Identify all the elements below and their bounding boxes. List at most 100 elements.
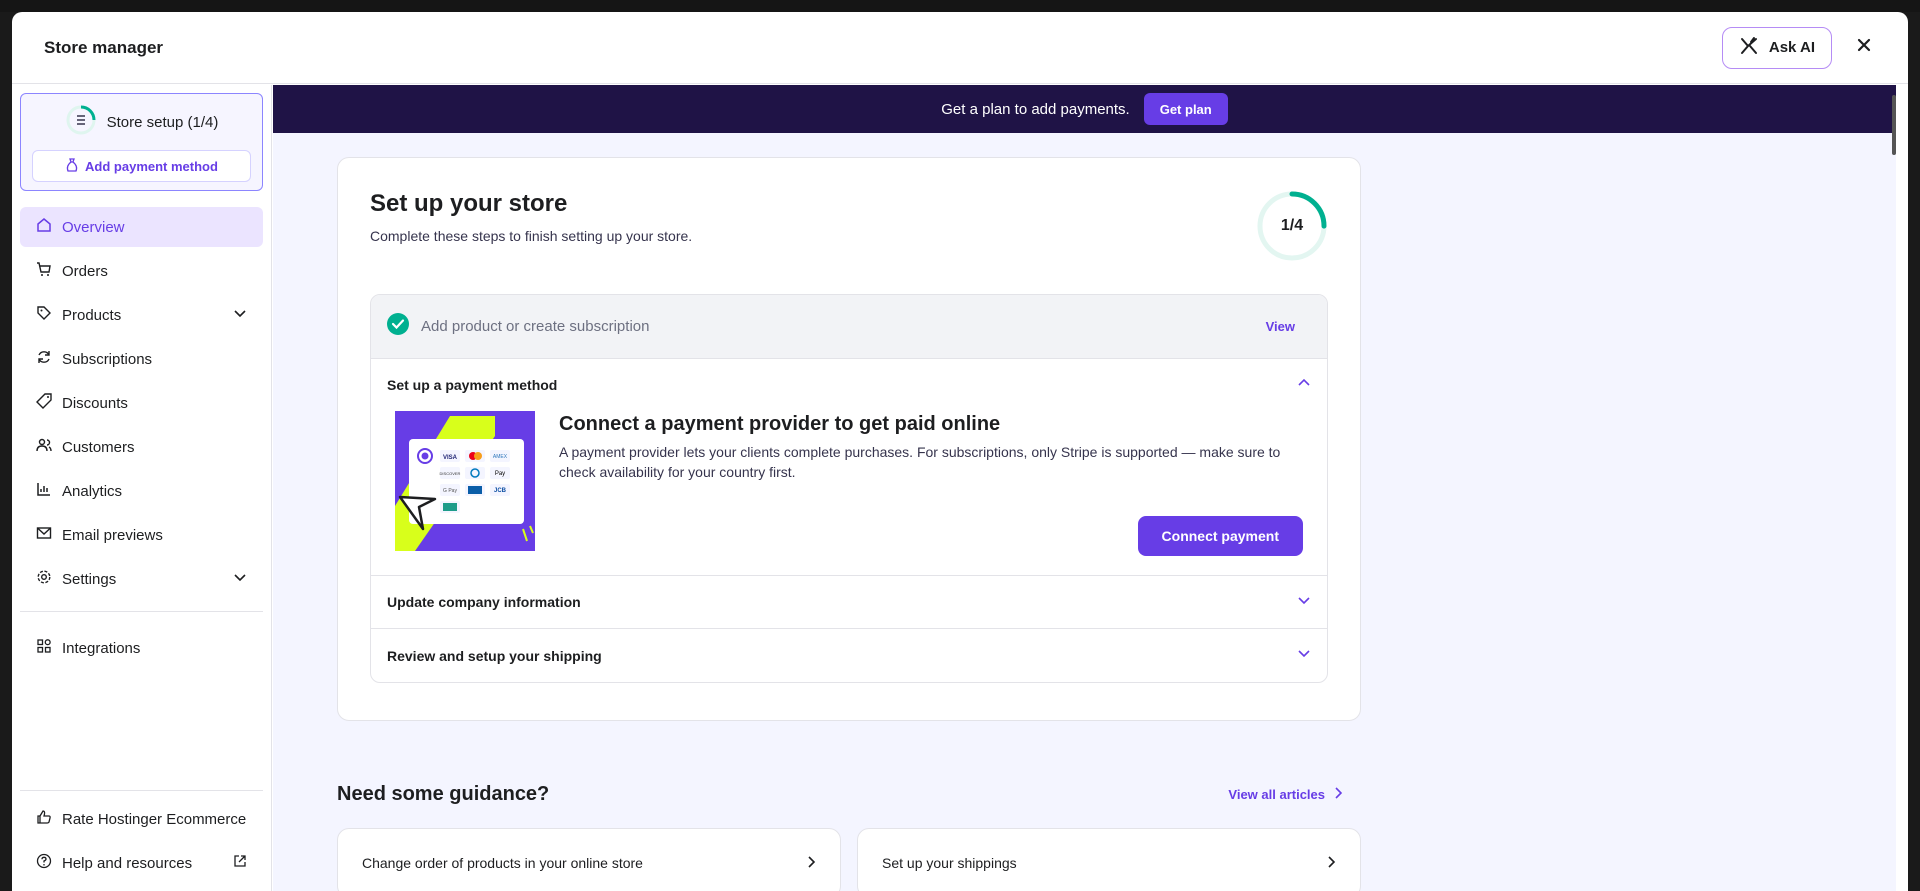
sidebar-item-label: Help and resources bbox=[62, 854, 193, 872]
step-shipping[interactable]: Review and setup your shipping bbox=[371, 629, 1327, 682]
external-link-icon bbox=[233, 854, 247, 872]
bar-chart-icon bbox=[36, 481, 52, 501]
gear-icon bbox=[36, 569, 52, 589]
step-payment-header[interactable]: Set up a payment method bbox=[387, 359, 1311, 411]
setup-progress-text: 1/4 bbox=[1280, 217, 1304, 234]
guidance-header: Need some guidance? View all articles bbox=[337, 783, 1361, 806]
sidebar-item-rate[interactable]: Rate Hostinger Ecommerce bbox=[20, 799, 263, 839]
sidebar-item-subscriptions[interactable]: Subscriptions bbox=[20, 339, 263, 379]
sidebar-item-orders[interactable]: Orders bbox=[20, 251, 263, 291]
plan-banner: Get a plan to add payments. Get plan bbox=[273, 85, 1896, 133]
chevron-down-icon bbox=[1297, 593, 1311, 612]
chevron-down-icon bbox=[233, 306, 247, 324]
step-shipping-label: Review and setup your shipping bbox=[387, 647, 602, 664]
main-content: Get a plan to add payments. Get plan Set… bbox=[273, 85, 1896, 891]
ask-ai-button[interactable]: Ask AI bbox=[1721, 26, 1832, 69]
store-manager-modal: Store manager Ask AI Store setup (1/4) A… bbox=[12, 12, 1908, 891]
sidebar-item-label: Subscriptions bbox=[62, 350, 153, 368]
view-all-articles-link[interactable]: View all articles bbox=[1228, 787, 1343, 802]
payment-body-text: Connect a payment provider to get paid o… bbox=[559, 411, 1311, 556]
users-icon bbox=[36, 437, 52, 457]
step-add-product-label: Add product or create subscription bbox=[421, 318, 650, 335]
sidebar-item-label: Orders bbox=[62, 262, 108, 280]
store-setup-subtitle: Complete these steps to finish setting u… bbox=[370, 228, 693, 244]
sidebar-footer: Rate Hostinger Ecommerce Help and resour… bbox=[12, 790, 271, 891]
store-setup-status[interactable]: Store setup (1/4) bbox=[32, 104, 251, 141]
svg-text:JCB: JCB bbox=[494, 488, 507, 494]
modal-header: Store manager Ask AI bbox=[12, 12, 1908, 84]
sidebar-item-label: Settings bbox=[62, 570, 117, 588]
payment-illustration: VISA AMEX DISCOVER Pay G Pay JCB bbox=[395, 411, 535, 551]
chevron-up-icon bbox=[1297, 376, 1311, 395]
backdrop bbox=[0, 0, 1920, 12]
step-payment-method: Set up a payment method VISA AMEX DISCOV… bbox=[371, 359, 1327, 576]
sidebar-item-label: Analytics bbox=[62, 482, 123, 500]
view-all-label: View all articles bbox=[1228, 787, 1325, 802]
grid-icon bbox=[36, 638, 52, 658]
svg-text:VISA: VISA bbox=[443, 455, 458, 461]
close-button[interactable] bbox=[1852, 36, 1876, 60]
connect-payment-button[interactable]: Connect payment bbox=[1137, 516, 1303, 556]
sidebar-item-help[interactable]: Help and resources bbox=[20, 843, 263, 883]
get-plan-button[interactable]: Get plan bbox=[1143, 93, 1228, 125]
sidebar-item-products[interactable]: Products bbox=[20, 295, 263, 335]
guidance-title: Need some guidance? bbox=[337, 783, 550, 805]
content-area: Set up your store Complete these steps t… bbox=[337, 157, 1361, 891]
sidebar-item-label: Overview bbox=[62, 218, 125, 236]
sidebar-item-email-previews[interactable]: Email previews bbox=[20, 515, 263, 555]
store-setup-card: Store setup (1/4) Add payment method bbox=[20, 93, 263, 191]
step-add-product: Add product or create subscription View bbox=[371, 295, 1327, 359]
chevron-right-icon bbox=[806, 855, 816, 872]
step-company-label: Update company information bbox=[387, 594, 581, 610]
sidebar-item-overview[interactable]: Overview bbox=[20, 207, 263, 247]
sidebar-item-customers[interactable]: Customers bbox=[20, 427, 263, 467]
scrollbar[interactable] bbox=[1892, 95, 1896, 155]
setup-progress-icon bbox=[65, 104, 97, 141]
sparkle-icon bbox=[1739, 36, 1759, 60]
mail-icon bbox=[36, 525, 52, 545]
sidebar-item-label: Customers bbox=[62, 438, 135, 456]
payment-body-description: A payment provider lets your clients com… bbox=[559, 444, 1281, 480]
refresh-icon bbox=[36, 349, 52, 369]
sidebar-item-discounts[interactable]: Discounts bbox=[20, 383, 263, 423]
sidebar-item-label: Products bbox=[62, 306, 122, 324]
chevron-right-icon bbox=[1326, 855, 1336, 872]
chevron-down-icon bbox=[1297, 646, 1311, 665]
view-product-link[interactable]: View bbox=[1266, 319, 1295, 334]
article-list: Change order of products in your online … bbox=[337, 828, 1361, 891]
sidebar-item-analytics[interactable]: Analytics bbox=[20, 471, 263, 511]
article-card[interactable]: Set up your shippings bbox=[857, 828, 1361, 891]
setup-progress-ring: 1/4 bbox=[1256, 190, 1328, 262]
ask-ai-label: Ask AI bbox=[1768, 39, 1815, 56]
setup-steps: Add product or create subscription View … bbox=[370, 294, 1328, 683]
add-payment-method-button[interactable]: Add payment method bbox=[32, 150, 251, 182]
store-setup-label: Store setup (1/4) bbox=[106, 113, 219, 131]
tag-icon bbox=[36, 305, 52, 325]
step-payment-label: Set up a payment method bbox=[387, 377, 558, 393]
plan-banner-text: Get a plan to add payments. bbox=[941, 100, 1130, 118]
store-setup-panel: Set up your store Complete these steps t… bbox=[337, 157, 1361, 721]
chevron-right-icon bbox=[1333, 787, 1343, 802]
store-setup-title: Set up your store bbox=[370, 190, 568, 217]
payment-body-title: Connect a payment provider to get paid o… bbox=[559, 413, 1001, 435]
step-company-info[interactable]: Update company information bbox=[371, 576, 1327, 629]
chevron-down-icon bbox=[233, 570, 247, 588]
svg-text:Pay: Pay bbox=[495, 471, 505, 477]
sidebar-item-label: Email previews bbox=[62, 526, 163, 544]
home-icon bbox=[36, 217, 52, 237]
add-payment-method-label: Add payment method bbox=[85, 158, 218, 174]
footer-divider bbox=[20, 790, 263, 791]
svg-text:G Pay: G Pay bbox=[443, 488, 457, 494]
sidebar-item-integrations[interactable]: Integrations bbox=[20, 628, 263, 668]
money-bag-icon bbox=[65, 157, 79, 175]
article-card[interactable]: Change order of products in your online … bbox=[337, 828, 841, 891]
sidebar-item-label: Rate Hostinger Ecommerce bbox=[62, 810, 247, 828]
nav-divider bbox=[20, 611, 263, 612]
help-circle-icon bbox=[36, 853, 52, 873]
discount-tag-icon bbox=[36, 393, 52, 413]
cart-icon bbox=[36, 261, 52, 281]
sidebar-item-settings[interactable]: Settings bbox=[20, 559, 263, 599]
article-title: Set up your shippings bbox=[882, 855, 1017, 871]
svg-text:DISCOVER: DISCOVER bbox=[440, 471, 461, 476]
modal-title: Store manager bbox=[44, 37, 164, 57]
